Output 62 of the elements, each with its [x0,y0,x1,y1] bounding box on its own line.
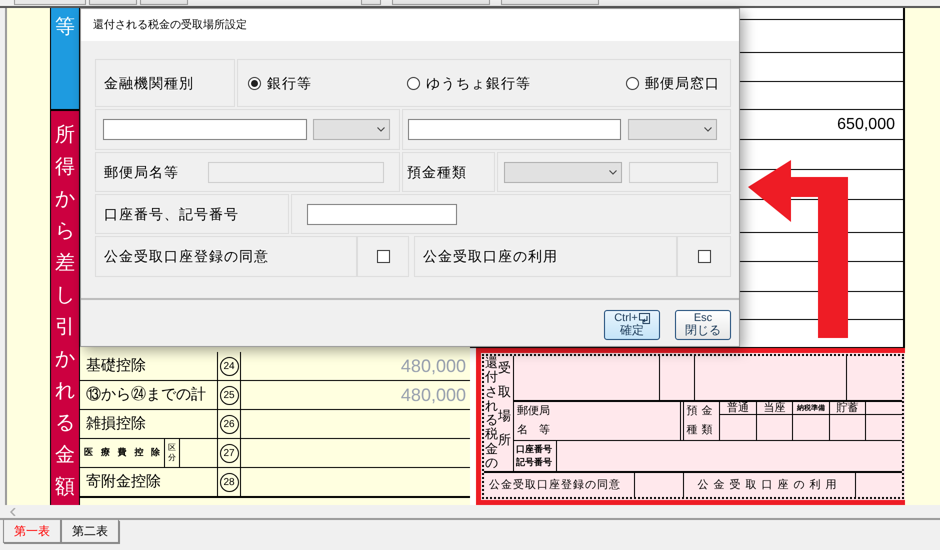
row-label: ⑬から㉔までの計 [80,381,218,409]
dropdown[interactable] [313,119,390,140]
row-value: 480,000 [400,384,466,406]
radio-option[interactable]: 郵便局窓口 [626,72,720,94]
row-label: 医療費控除 [83,446,161,460]
dropdown[interactable] [628,119,717,140]
deposit-type-label: 預金 [686,404,716,420]
deposit-type-label: 種類 [686,423,716,438]
account-label: 記号番号 [516,456,553,469]
scroll-left-icon[interactable] [10,508,16,516]
sheet-tab[interactable]: 第二表 [61,520,119,543]
usage-label: 公金受取口座の利用 [684,473,856,497]
field-label: 預金種類 [407,162,467,182]
row-number: 24 [220,356,238,376]
chevron-down-icon [377,127,385,132]
chevron-down-icon [609,170,617,174]
side-label: 等 [55,15,75,40]
toolbar-button[interactable] [501,0,599,5]
chevron-down-icon [704,127,712,132]
input-field[interactable] [307,204,457,224]
side-label: 所得から差し引かれる金額 [55,123,75,500]
input-field[interactable] [408,119,621,140]
vertical-label: 還付される税金の [484,356,497,471]
row-label: 雑損控除 [80,410,218,438]
checkbox-label: 公金受取口座登録の同意 [104,247,269,266]
field-label: 郵便局名等 [103,162,180,182]
row-sub-label: 区分 [164,439,180,467]
dropdown[interactable] [504,162,622,182]
amount-value: 650,000 [837,114,895,134]
deposit-type: 貯蓄 [836,402,859,414]
checkbox-label: 公金受取口座の利用 [423,247,558,266]
dialog-title: 還付される税金の受取場所設定 [93,18,247,33]
enter-key-icon [638,313,650,324]
post-office-label: 郵便局 [517,404,551,420]
row-number: 25 [220,386,238,404]
confirm-button[interactable]: Ctrl+ 確定 [604,310,660,340]
input-field[interactable] [103,119,307,140]
row-number: 28 [220,472,238,492]
sheet-tab[interactable]: 第一表 [3,520,61,543]
row-value: 480,000 [400,354,466,378]
row-label: 寄附金控除 [80,468,218,496]
row-number: 26 [220,414,238,434]
vertical-label: 受取場所 [498,359,511,450]
account-label: 口座番号 [516,442,553,456]
deposit-type: 当座 [763,402,786,414]
toolbar-button[interactable] [392,0,490,5]
row-label: 基礎控除 [80,352,218,380]
checkbox[interactable] [376,250,390,263]
deposit-type: 普通 [726,402,749,414]
radio-option[interactable]: ゆうちょ銀行等 [407,72,531,94]
close-button[interactable]: Esc 閉じる [675,310,731,340]
post-office-label: 名 等 [517,423,551,438]
field-label: 口座番号、記号番号 [104,204,239,224]
toolbar-button[interactable] [140,0,188,5]
toolbar-button[interactable] [89,0,137,5]
consent-label: 公金受取口座登録の同意 [484,473,635,497]
row-number: 27 [220,444,238,462]
checkbox[interactable] [698,250,710,263]
toolbar-button[interactable] [361,0,381,5]
field-label: 金融機関種別 [104,74,194,92]
radio-option[interactable]: 銀行等 [248,72,312,94]
toolbar-button[interactable] [14,0,86,5]
